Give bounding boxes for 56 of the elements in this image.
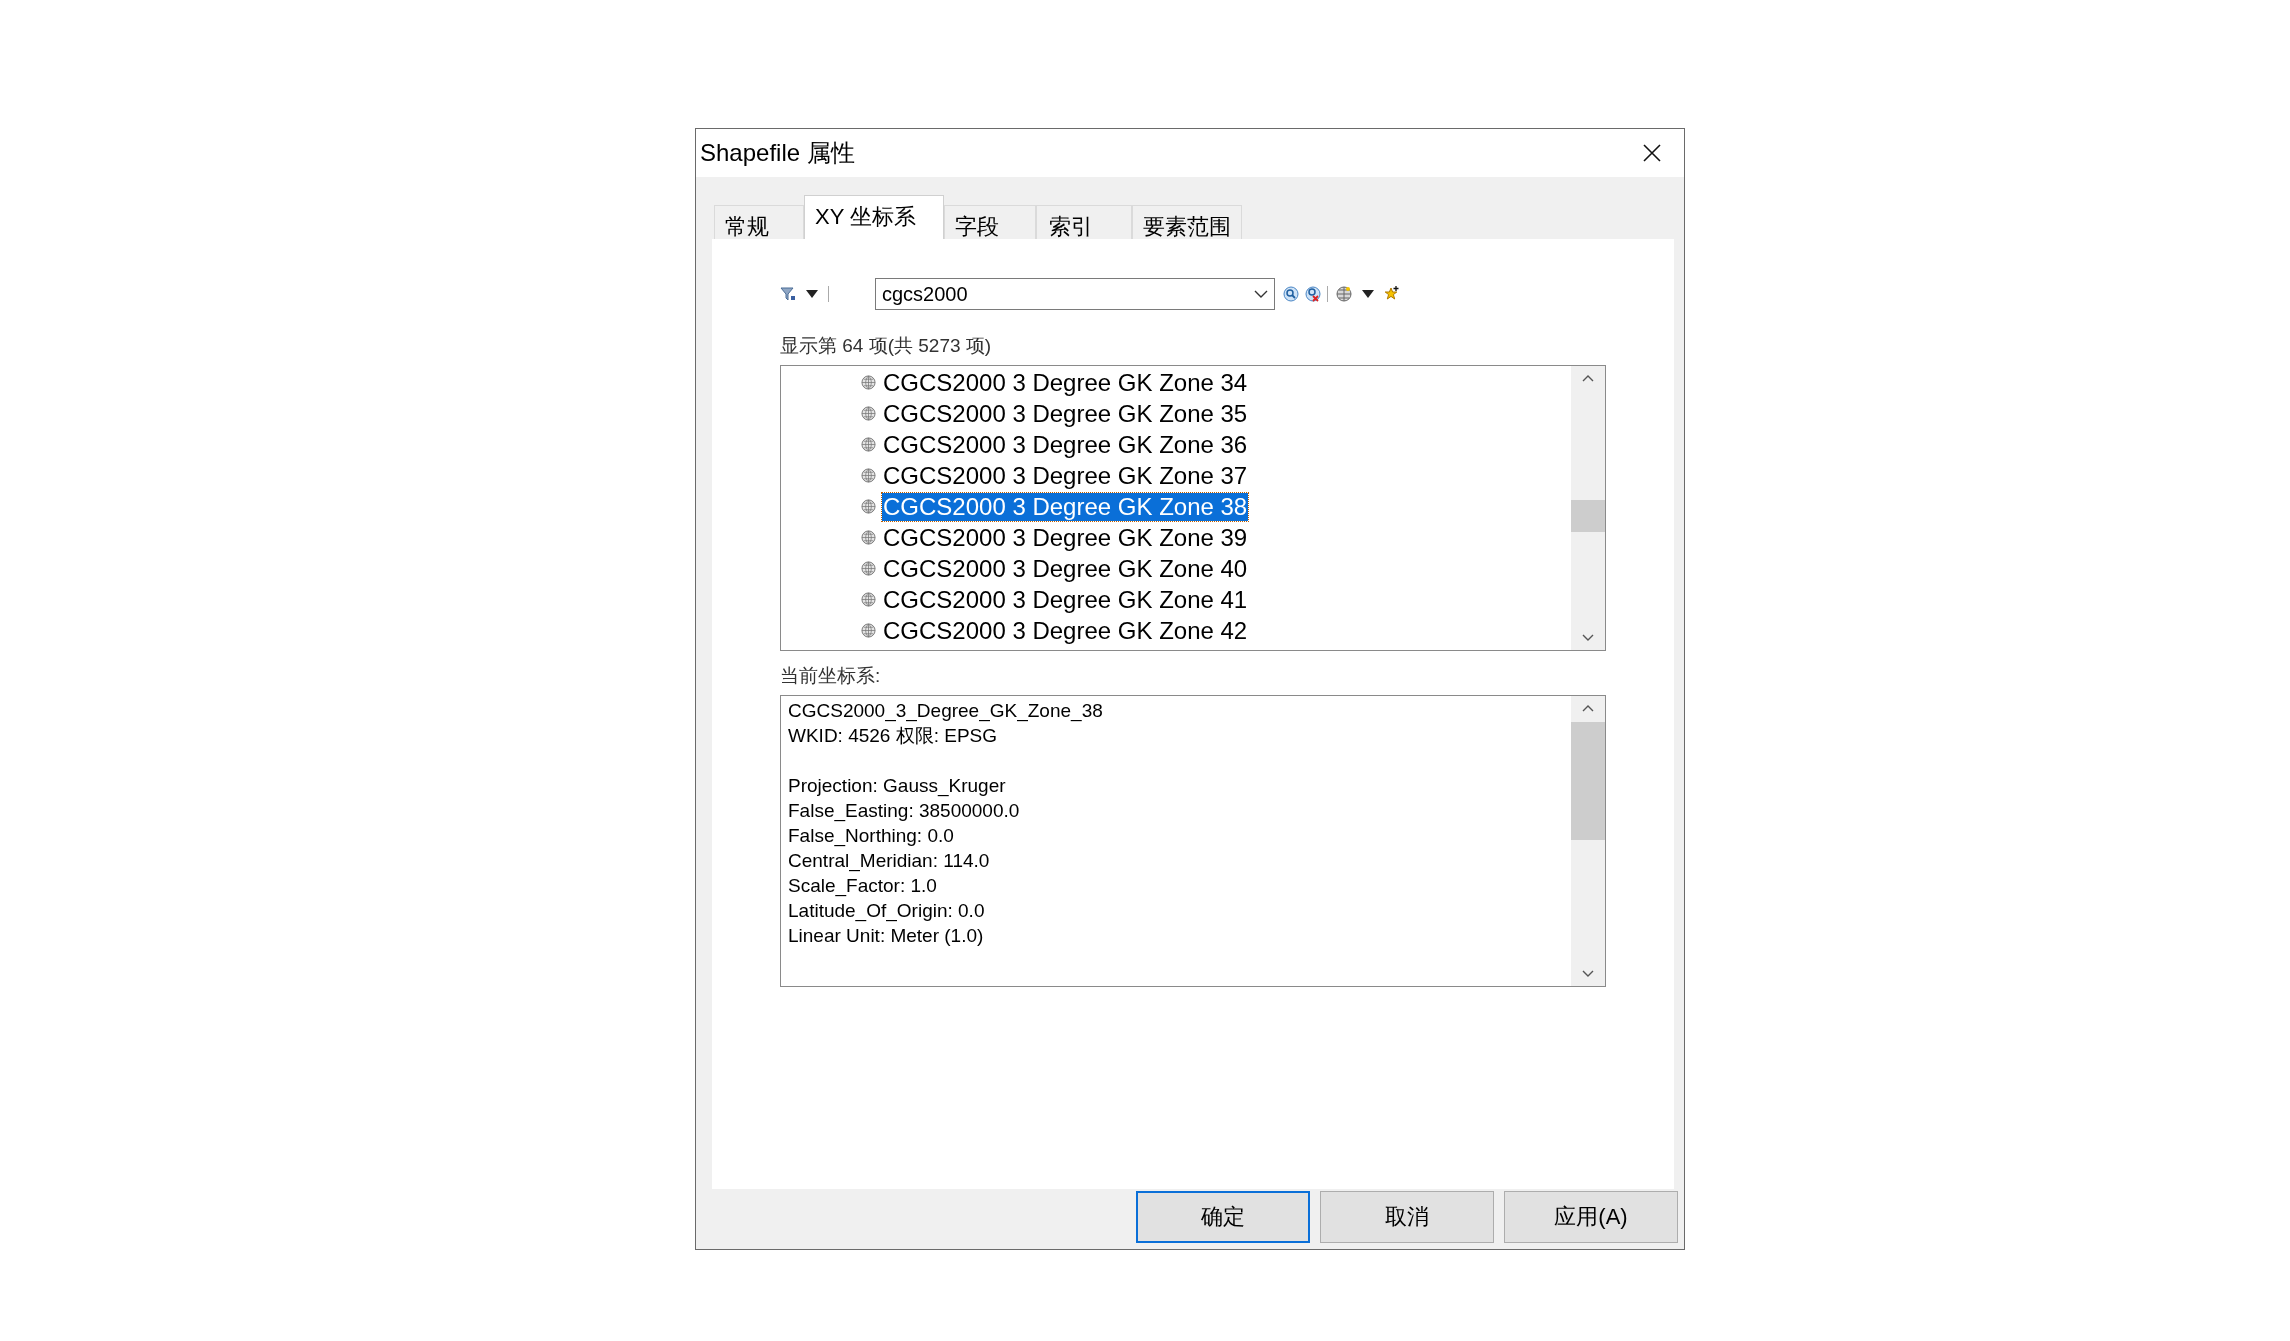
detail-line: Projection: Gauss_Kruger — [788, 775, 1006, 796]
current-system-label: 当前坐标系: — [780, 664, 881, 688]
scroll-up-icon[interactable] — [1582, 704, 1594, 712]
chevron-icon[interactable] — [1254, 290, 1268, 298]
list-item[interactable]: CGCS2000 3 Degree GK Zone 42 — [882, 616, 1249, 645]
close-icon[interactable] — [1642, 143, 1662, 163]
detail-line: Central_Meridian: 114.0 — [788, 850, 990, 871]
list-item[interactable]: CGCS2000 3 Degree GK Zone 40 — [882, 554, 1249, 583]
globe-icon — [861, 499, 876, 514]
dialog-button[interactable]: 取消 — [1320, 1191, 1494, 1243]
scroll-thumb[interactable] — [1571, 722, 1605, 840]
list-item[interactable]: CGCS2000 3 Degree GK Zone 35 — [882, 399, 1249, 428]
scrollbar[interactable] — [1571, 696, 1605, 986]
list-item[interactable]: CGCS2000 3 Degree GK Zone 41 — [882, 585, 1249, 614]
result-count-label: 显示第 64 项(共 5273 项) — [780, 334, 992, 358]
list-item[interactable]: CGCS2000 3 Degree GK Zone 38 — [882, 492, 1249, 521]
clear-search-icon[interactable] — [1305, 286, 1321, 302]
detail-line: Linear Unit: Meter (1.0) — [788, 925, 984, 946]
list-item[interactable]: CGCS2000 3 Degree GK Zone 39 — [882, 523, 1249, 552]
caret-icon[interactable] — [1362, 290, 1374, 298]
detail-line: CGCS2000_3_Degree_GK_Zone_38 — [788, 700, 1103, 721]
globe-icon — [861, 592, 876, 607]
detail-line: False_Easting: 38500000.0 — [788, 800, 1020, 821]
scroll-down-icon[interactable] — [1582, 634, 1594, 642]
globe-icon — [861, 437, 876, 452]
detail-line: Latitude_Of_Origin: 0.0 — [788, 900, 985, 921]
tab[interactable]: XY 坐标系 — [804, 195, 944, 239]
globe-icon — [861, 561, 876, 576]
window-title: Shapefile 属性 — [700, 138, 855, 168]
dialog-button[interactable]: 确定 — [1136, 1191, 1310, 1243]
tab[interactable]: 索引 — [1036, 205, 1132, 239]
detail-line: Scale_Factor: 1.0 — [788, 875, 937, 896]
dialog-button[interactable]: 应用(A) — [1504, 1191, 1678, 1243]
detail-line: False_Northing: 0.0 — [788, 825, 954, 846]
globe-icon — [861, 375, 876, 390]
detail-line: WKID: 4526 权限: EPSG — [788, 725, 998, 746]
list-item[interactable]: CGCS2000 3 Degree GK Zone 37 — [882, 461, 1249, 490]
caret-icon[interactable] — [806, 290, 818, 298]
scroll-thumb[interactable] — [1571, 500, 1605, 532]
scroll-down-icon[interactable] — [1582, 970, 1594, 978]
globe-icon — [861, 406, 876, 421]
filter-icon[interactable] — [780, 286, 796, 302]
globe-icon — [861, 623, 876, 638]
star-icon[interactable] — [1384, 286, 1400, 302]
scroll-up-icon[interactable] — [1582, 374, 1594, 382]
search-icon[interactable] — [1283, 286, 1299, 302]
list-item[interactable]: CGCS2000 3 Degree GK Zone 34 — [882, 368, 1249, 397]
list-item[interactable]: CGCS2000 3 Degree GK Zone 36 — [882, 430, 1249, 459]
globe-icon — [861, 530, 876, 545]
globe-icon[interactable] — [1336, 286, 1352, 302]
scrollbar[interactable] — [1571, 366, 1605, 650]
tab[interactable]: 字段 — [944, 205, 1036, 239]
globe-icon — [861, 468, 876, 483]
tab[interactable]: 常规 — [714, 205, 804, 239]
search-field[interactable]: cgcs2000 — [875, 278, 1275, 310]
tab[interactable]: 要素范围 — [1132, 205, 1242, 239]
